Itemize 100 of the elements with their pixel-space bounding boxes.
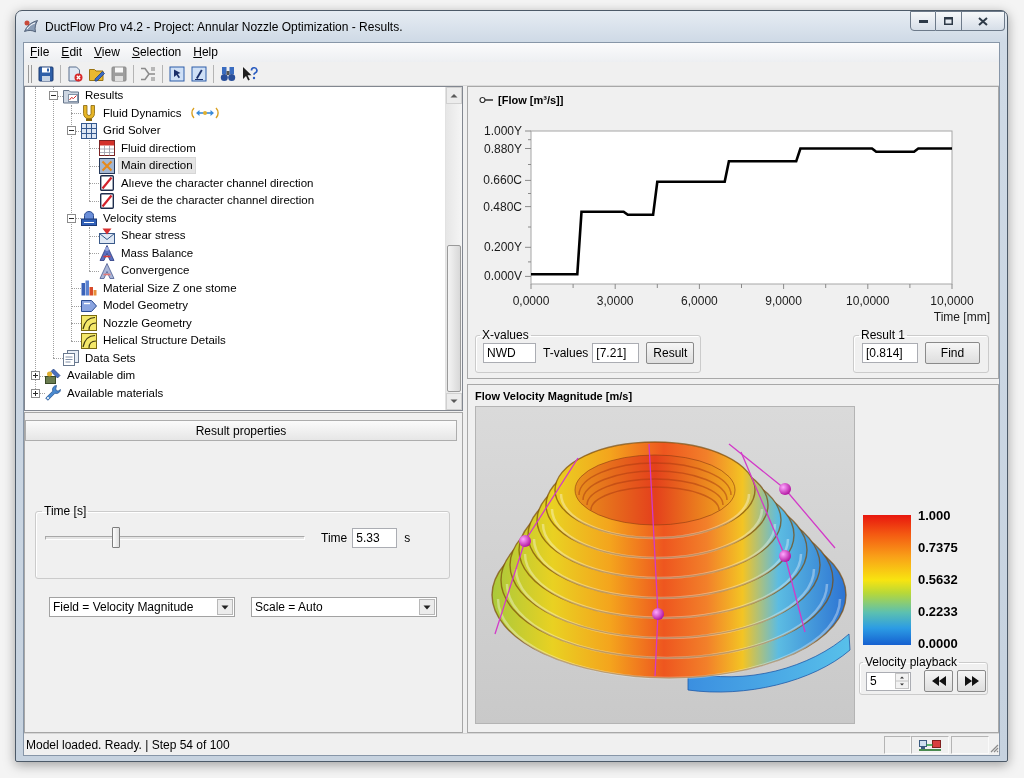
rewind-button[interactable] (924, 670, 953, 692)
tree-item[interactable]: Data Sets (82, 349, 139, 367)
tree-item[interactable]: Model Geometry (100, 297, 191, 315)
section-header[interactable]: Result properties (25, 420, 457, 441)
render-viewport[interactable] (475, 406, 855, 724)
group-label: Result 1 (860, 328, 907, 342)
cursor-box-icon[interactable] (169, 65, 185, 82)
crossed-box-icon (99, 157, 115, 174)
y-tick-label: 0.660C (483, 173, 522, 188)
status-text: Model loaded. Ready. | Step 54 of 100 (26, 737, 231, 752)
tag-icon (81, 297, 97, 314)
tree-item[interactable]: Sei de the character channel direction (118, 192, 318, 210)
tree-item[interactable]: Grid Solver (100, 122, 164, 140)
tree-item[interactable]: Shear stress (118, 227, 189, 245)
rewind-icon (931, 676, 946, 686)
chart-title: [Flow [m³/s]] (498, 94, 564, 106)
help-cursor-icon[interactable] (242, 65, 258, 82)
close-button[interactable] (962, 11, 1005, 31)
field-label: T-values (543, 346, 589, 360)
group-label: X-values (481, 328, 530, 342)
bar-chart-icon (81, 280, 97, 297)
x-tick-label: 9,0000 (765, 294, 802, 308)
documents-icon (63, 350, 79, 367)
collapse-icon[interactable] (67, 126, 76, 136)
unit-label: s (404, 531, 411, 545)
shapes-icon (45, 367, 61, 384)
menu-item[interactable]: View (88, 44, 126, 61)
text-field[interactable]: NWD (483, 343, 536, 363)
slider-thumb[interactable] (111, 527, 120, 548)
tree-item[interactable]: Available dim (64, 367, 139, 385)
document-x-icon[interactable] (67, 65, 83, 82)
tree-item[interactable]: Results (82, 87, 127, 105)
envelope-icon (99, 227, 115, 244)
spin-box[interactable]: 5 (866, 671, 911, 691)
tree-item[interactable]: Main direction (118, 157, 196, 175)
spin-arrows-icon[interactable] (895, 673, 909, 689)
tree-item[interactable]: Convergence (118, 262, 193, 280)
collapse-icon[interactable] (67, 213, 76, 223)
tree-item[interactable]: Velocity stems (100, 209, 180, 227)
view-title: Flow Velocity Magnitude [m/s] (475, 389, 634, 403)
binoculars-icon[interactable] (220, 65, 236, 82)
x-axis-label: Time [mm] (933, 310, 990, 324)
text-field[interactable]: [0.814] (862, 343, 918, 363)
table-icon (99, 140, 115, 157)
x-tick-label: 10,0000 (930, 294, 974, 308)
fast-forward-button[interactable] (957, 670, 986, 692)
scale-label: 1.000 (918, 508, 952, 524)
tree-item[interactable]: Material Size Z one stome (100, 279, 240, 297)
scrollbar[interactable] (445, 87, 462, 410)
status-panel (951, 735, 989, 754)
maximize-icon (944, 17, 953, 25)
minimize-button[interactable] (910, 11, 936, 31)
scale-label: 0.5632 (918, 572, 958, 588)
slashed-box-icon (99, 175, 115, 192)
scale-label: 0.7375 (918, 540, 958, 556)
y-tick-label: 0.880Y (483, 141, 522, 156)
curve-icon (81, 315, 97, 332)
dropdown[interactable]: Field = Velocity Magnitude (49, 597, 235, 617)
field-label: Time (321, 531, 348, 545)
resize-grip-icon[interactable] (990, 744, 999, 753)
menu-item[interactable]: Selection (125, 44, 188, 61)
linked-devices-icon (919, 738, 941, 751)
menu-item[interactable]: File (24, 44, 56, 61)
group-label: Velocity playback (864, 655, 959, 669)
x-tick-label: 0,0000 (512, 294, 550, 308)
a-frame-icon (99, 262, 115, 279)
slashed-box-icon (99, 192, 115, 209)
tree-item[interactable]: Available materials (64, 384, 167, 402)
expand-icon[interactable] (31, 371, 40, 381)
pen-box-icon[interactable] (191, 65, 207, 82)
tree-item[interactable]: Mass Balance (118, 244, 197, 262)
scale-label: 0.0000 (918, 636, 958, 652)
minimize-icon (918, 19, 928, 23)
tree-item[interactable]: Helical Structure Details (100, 332, 229, 350)
collapse-icon[interactable] (49, 91, 58, 101)
close-icon (978, 16, 988, 26)
tree-item[interactable]: Nozzle Geometry (100, 314, 195, 332)
dropdown[interactable]: Scale = Auto (251, 597, 437, 617)
maximize-button[interactable] (936, 11, 962, 31)
find-button[interactable]: Find (925, 342, 980, 364)
curve-icon (81, 332, 97, 349)
wrench-icon (45, 385, 61, 402)
scroll-thumb[interactable] (447, 245, 461, 392)
app-icon (23, 18, 39, 35)
toolbar-grip[interactable] (28, 64, 32, 83)
window-title: DuctFlow Pro v4.2 - Project: Annular Nozzle Optimization - Results. (45, 19, 404, 34)
group-label: Time [s] (43, 504, 88, 518)
u-pipe-icon (81, 105, 97, 122)
text-field[interactable]: [7.21] (592, 343, 640, 363)
time-field[interactable]: 5.33 (352, 528, 398, 548)
dome-icon (81, 210, 97, 227)
result-button[interactable]: Result (646, 342, 695, 364)
scale-label: 0.2233 (918, 604, 958, 620)
expand-icon[interactable] (31, 388, 40, 398)
tree-item[interactable]: Fluid directiom (118, 139, 199, 157)
y-tick-label: 0.480C (483, 199, 522, 214)
menu-item[interactable]: Help (187, 44, 224, 61)
menu-item[interactable]: Edit (55, 44, 89, 61)
tree-item[interactable]: Fluid Dynamics (100, 104, 185, 122)
tree-item[interactable]: Alıeve the character channel direction (118, 174, 317, 192)
